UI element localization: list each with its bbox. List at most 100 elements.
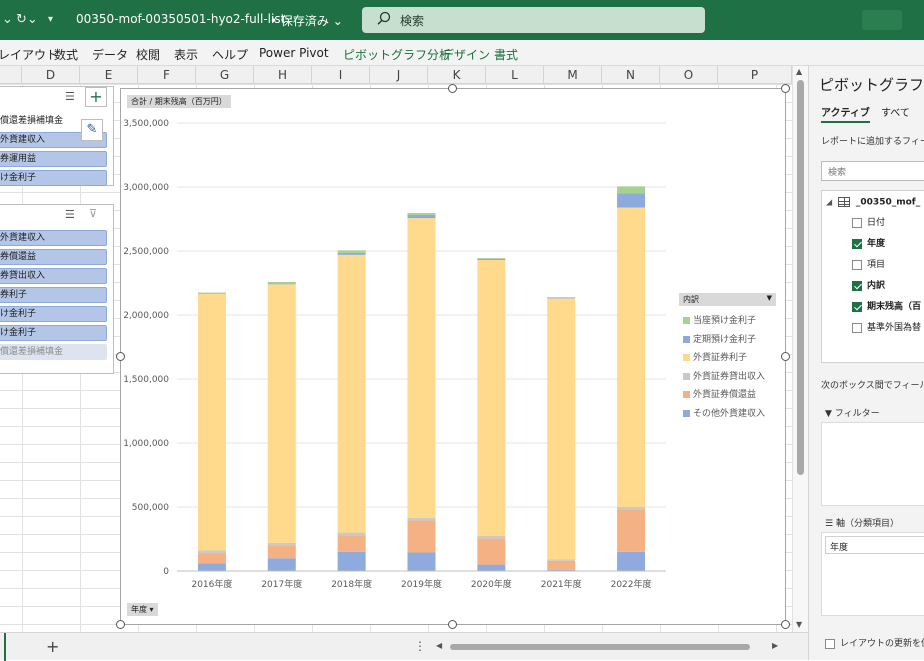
- checkbox[interactable]: [852, 301, 862, 312]
- customize-quick-access-icon[interactable]: ▾: [48, 14, 53, 25]
- bar-segment[interactable]: [267, 283, 296, 285]
- bar-segment[interactable]: [617, 193, 646, 208]
- bar-segment[interactable]: [337, 254, 366, 533]
- column-header[interactable]: E: [80, 66, 138, 84]
- bar-segment[interactable]: [197, 293, 226, 294]
- tab-formulas[interactable]: 数式: [54, 46, 78, 63]
- checkbox[interactable]: [852, 322, 862, 333]
- field-item-breakdown[interactable]: 内訳: [852, 278, 885, 291]
- slicer-item[interactable]: 外貨建収入: [0, 230, 107, 246]
- legend-item[interactable]: 当座預け金利子: [683, 313, 756, 326]
- bar-segment[interactable]: [197, 553, 226, 564]
- bar-segment[interactable]: [477, 538, 506, 565]
- defer-layout-update[interactable]: レイアウトの更新を保: [825, 636, 924, 649]
- checkbox[interactable]: [852, 280, 862, 291]
- column-header[interactable]: F: [138, 66, 196, 84]
- bar-segment[interactable]: [337, 535, 366, 552]
- bar-segment[interactable]: [547, 559, 576, 561]
- bar-segment[interactable]: [337, 532, 366, 536]
- bar-segment[interactable]: [617, 507, 646, 510]
- bar-segment[interactable]: [617, 509, 646, 552]
- tab-help[interactable]: ヘルプ: [212, 46, 248, 63]
- resize-handle[interactable]: [781, 84, 790, 93]
- axis-field-pill[interactable]: 年度: [825, 536, 924, 554]
- bar-segment[interactable]: [267, 542, 296, 546]
- column-header[interactable]: P: [718, 66, 792, 84]
- bar-segment[interactable]: [477, 259, 506, 536]
- column-header[interactable]: K: [428, 66, 486, 84]
- bar-segment[interactable]: [197, 550, 226, 554]
- legend-item[interactable]: 外貨証券利子: [683, 350, 747, 363]
- resize-handle[interactable]: [116, 620, 125, 629]
- tab-all-fields[interactable]: すべて: [881, 104, 910, 119]
- bar-segment[interactable]: [407, 218, 436, 518]
- checkbox[interactable]: [825, 638, 835, 649]
- resize-handle[interactable]: [781, 352, 790, 361]
- document-title[interactable]: 00350-mof-00350501-hyo2-full-list···: [76, 12, 297, 26]
- tab-active-fields[interactable]: アクティブ: [821, 104, 870, 123]
- bar-segment[interactable]: [477, 258, 506, 259]
- bar-segment[interactable]: [547, 297, 576, 299]
- bar-segment[interactable]: [407, 517, 436, 521]
- multi-select-icon[interactable]: ☰: [65, 208, 75, 221]
- tab-page-layout[interactable]: レイアウト: [0, 46, 58, 63]
- bar-segment[interactable]: [617, 551, 646, 571]
- column-header[interactable]: G: [196, 66, 254, 84]
- bar-segment[interactable]: [547, 298, 576, 560]
- slicer-item[interactable]: 券利子: [0, 287, 107, 303]
- sheet-tab[interactable]: [0, 633, 6, 661]
- resize-handle[interactable]: [781, 620, 790, 629]
- field-item-balance[interactable]: 期末残高（百: [852, 299, 921, 312]
- bar-segment[interactable]: [617, 207, 646, 507]
- resize-handle[interactable]: [448, 84, 457, 93]
- bar-segment[interactable]: [407, 520, 436, 553]
- legend-item[interactable]: その他外貨建収入: [683, 406, 765, 419]
- slicer-item[interactable]: け金利子: [0, 170, 107, 186]
- clear-filter-icon[interactable]: ⊽: [89, 207, 97, 220]
- scroll-up-icon[interactable]: ▲: [796, 67, 802, 76]
- field-item-date[interactable]: 日付: [852, 215, 885, 228]
- tab-review[interactable]: 校閲: [136, 46, 160, 63]
- legend-item[interactable]: 外貨証券償還益: [683, 387, 756, 400]
- bar-segment[interactable]: [267, 284, 296, 543]
- search-box[interactable]: 検索: [362, 7, 705, 33]
- resize-handle[interactable]: [448, 620, 457, 629]
- field-item-fx-rate[interactable]: 基準外国為替: [852, 320, 921, 333]
- column-header[interactable]: N: [602, 66, 660, 84]
- pivot-chart[interactable]: 合計 / 期末残高（百万円） 0 500,000 1,000,000 1,500,00…: [120, 88, 786, 625]
- slicer-item[interactable]: け金利子: [0, 325, 107, 341]
- legend-field-button[interactable]: 内訳 ▼: [679, 293, 776, 306]
- column-header[interactable]: I: [312, 66, 370, 84]
- bar-segment[interactable]: [267, 545, 296, 559]
- slicer-item[interactable]: 券償還益: [0, 249, 107, 265]
- legend-item[interactable]: 外貨証券貸出収入: [683, 369, 765, 382]
- bar-segment[interactable]: [337, 252, 366, 255]
- brush-icon[interactable]: ✎: [81, 119, 103, 141]
- scroll-right-icon[interactable]: ▶: [772, 641, 778, 650]
- bar-segment[interactable]: [407, 214, 436, 219]
- add-sheet-icon[interactable]: +: [46, 637, 59, 656]
- bar-segment[interactable]: [477, 564, 506, 571]
- bar-segment[interactable]: [407, 212, 436, 215]
- slicer-item[interactable]: 償還差損補填金: [0, 344, 107, 360]
- bar-segment[interactable]: [337, 551, 366, 571]
- undo-dropdown-icon[interactable]: ⌄: [2, 12, 13, 27]
- tab-data[interactable]: データ: [92, 46, 128, 63]
- field-search-input[interactable]: 検索: [821, 161, 924, 181]
- bar-segment[interactable]: [197, 293, 226, 551]
- account-avatar[interactable]: [862, 10, 902, 30]
- save-status[interactable]: • 保存済み ⌄: [270, 12, 343, 29]
- bar-segment[interactable]: [197, 292, 226, 294]
- bar-segment[interactable]: [197, 563, 226, 571]
- vertical-scrollbar[interactable]: ▲ ▼: [792, 66, 808, 632]
- tab-pivotchart-analyze[interactable]: ピボットグラフ分析: [343, 46, 451, 63]
- bar-segment[interactable]: [477, 258, 506, 260]
- bar-segment[interactable]: [547, 560, 576, 570]
- checkbox[interactable]: [852, 217, 862, 228]
- tab-format[interactable]: 書式: [494, 46, 518, 63]
- column-header-C[interactable]: [0, 66, 22, 84]
- bar-segment[interactable]: [337, 250, 366, 253]
- slicer-item[interactable]: 券貸出収入: [0, 268, 107, 284]
- column-header[interactable]: L: [486, 66, 544, 84]
- more-options-icon[interactable]: ⋮: [414, 639, 426, 653]
